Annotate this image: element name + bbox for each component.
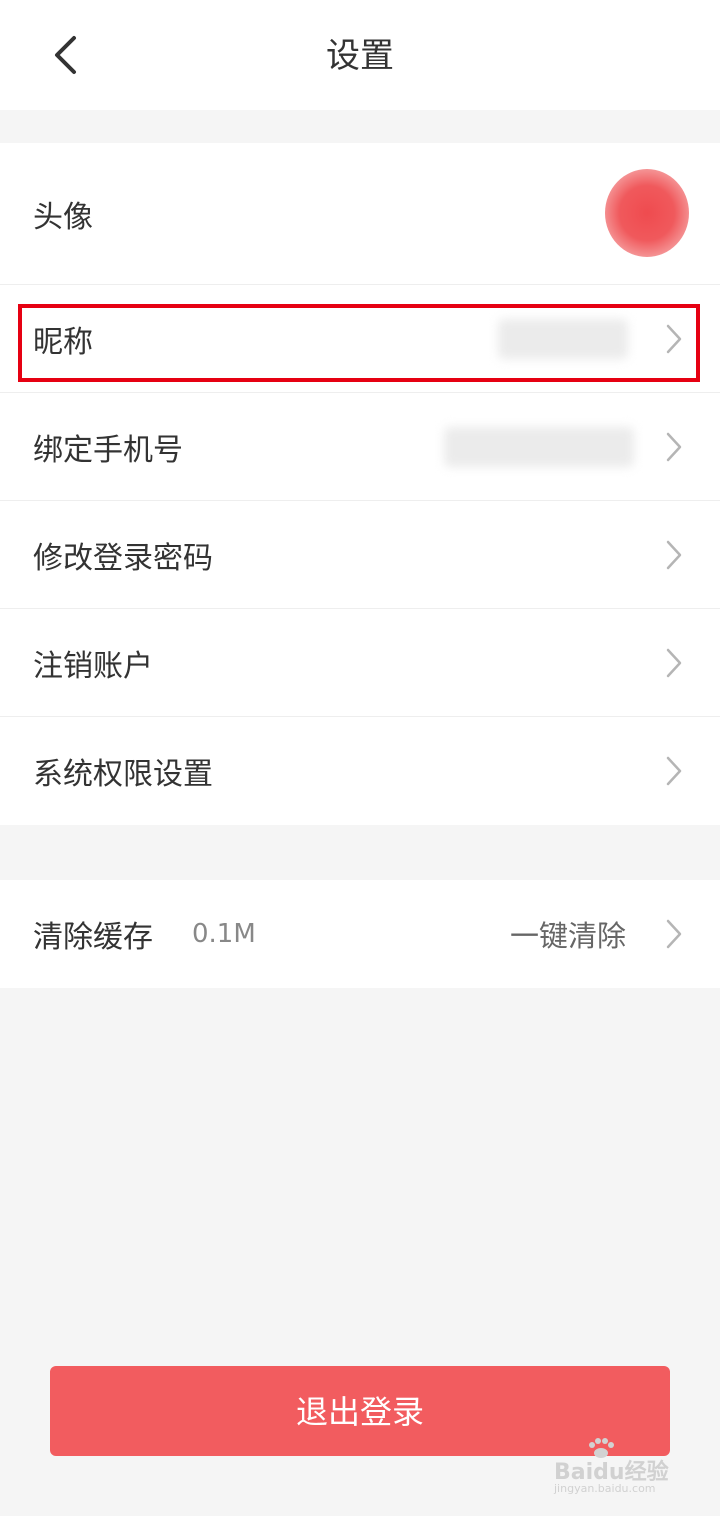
chevron-right-icon [666,324,682,353]
watermark-url: jingyan.baidu.com [554,1482,656,1495]
chevron-right-icon [666,756,682,786]
cache-size: 0.1M [192,919,256,949]
close-account-label: 注销账户 [33,648,153,684]
profile-settings-group: 头像 昵称 绑定手机号 修改登录密码 注销账户 系统权限设置 [0,143,720,825]
close-account-row[interactable]: 注销账户 [0,609,720,717]
phone-value-blurred [444,426,634,467]
change-password-row[interactable]: 修改登录密码 [0,501,720,609]
avatar-label: 头像 [33,199,93,235]
header-bar: 设置 [0,0,720,110]
permissions-label: 系统权限设置 [33,757,213,792]
change-password-label: 修改登录密码 [33,540,213,576]
nickname-label: 昵称 [33,324,93,360]
page-title: 设置 [326,36,394,76]
phone-row[interactable]: 绑定手机号 [0,393,720,501]
phone-label: 绑定手机号 [33,432,183,468]
clear-cache-row[interactable]: 清除缓存 0.1M 一键清除 [0,880,720,988]
avatar-row[interactable]: 头像 [0,143,720,285]
cache-settings-group: 清除缓存 0.1M 一键清除 [0,880,720,988]
watermark: Baidu经验 jingyan.baidu.com [540,1438,680,1502]
chevron-right-icon [666,540,682,569]
permissions-row[interactable]: 系统权限设置 [0,717,720,825]
nickname-row[interactable]: 昵称 [0,285,720,393]
nickname-value-blurred [498,318,628,359]
clear-cache-label: 清除缓存 [33,920,153,955]
chevron-right-icon [666,432,682,461]
chevron-right-icon [666,648,682,677]
chevron-right-icon [666,919,682,949]
avatar[interactable] [605,169,689,257]
clear-cache-action[interactable]: 一键清除 [510,880,626,988]
